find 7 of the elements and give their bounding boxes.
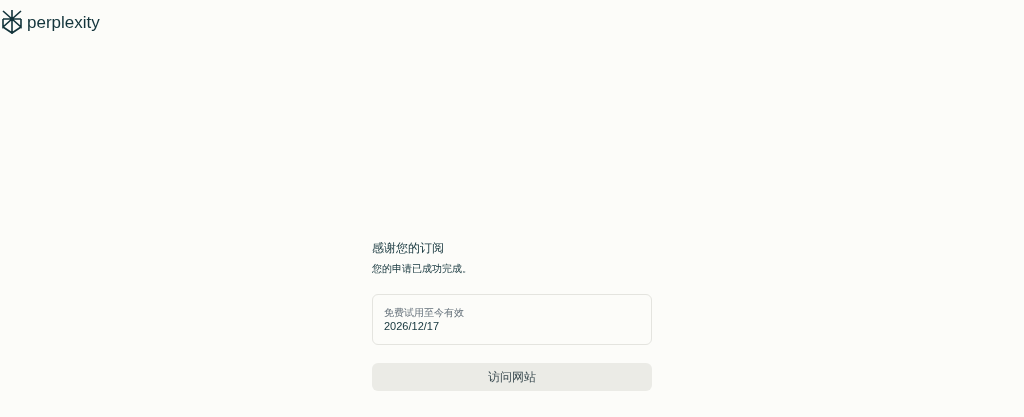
logo-wordmark: perplexity bbox=[27, 13, 100, 31]
status-message: 您的申请已成功完成。 bbox=[372, 262, 473, 276]
page-title: 感谢您的订阅 bbox=[372, 240, 445, 256]
trial-date: 2026/12/17 bbox=[384, 318, 441, 333]
visit-site-button[interactable]: 访问网站 bbox=[372, 363, 652, 391]
trial-label: 免费试用至今有效 bbox=[384, 306, 465, 319]
logo-icon bbox=[1, 9, 23, 35]
